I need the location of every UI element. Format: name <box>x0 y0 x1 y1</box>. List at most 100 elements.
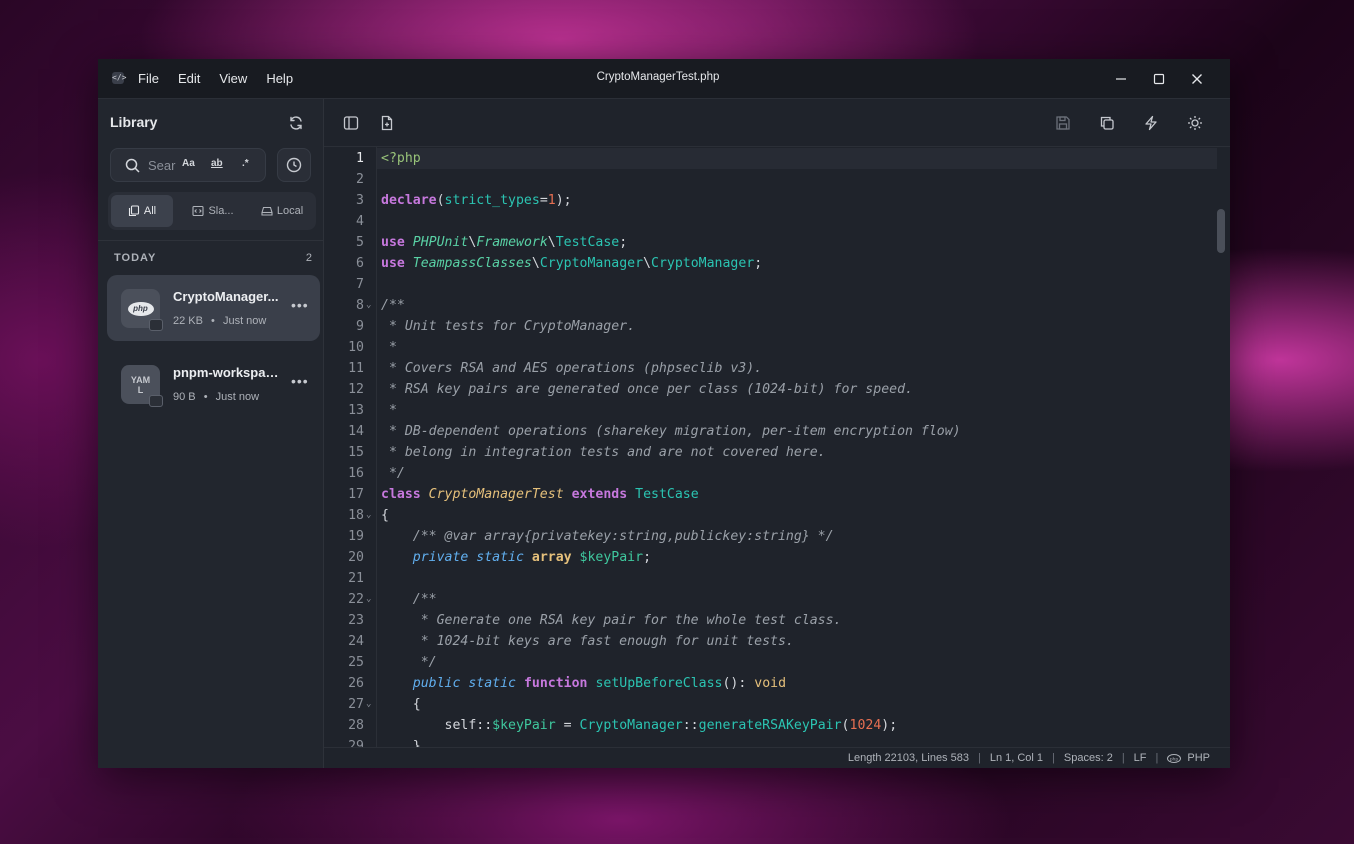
filter-snippets-label: Sla... <box>208 205 234 217</box>
search-box[interactable]: Search Aa ab .* <box>110 148 266 182</box>
code-line: public static function setUpBeforeClass(… <box>412 676 787 691</box>
code-line: * DB-dependent operations (sharekey migr… <box>381 424 961 439</box>
line-number: 17 <box>348 487 364 502</box>
local-badge-icon <box>149 319 163 331</box>
maximize-icon <box>1153 73 1165 85</box>
fold-chevron-icon[interactable]: ⌄ <box>366 694 376 715</box>
line-number: 13 <box>348 403 364 418</box>
code-line: use PHPUnit\Framework\TestCase; <box>381 235 628 250</box>
php-language-icon: php <box>1167 753 1182 763</box>
status-language[interactable]: PHP <box>1187 752 1210 764</box>
line-number: 27 <box>348 697 364 712</box>
code-line: { <box>381 508 389 523</box>
save-button[interactable] <box>1053 113 1073 133</box>
file-size: 90 B <box>173 391 196 403</box>
theme-toggle-button[interactable] <box>1185 113 1205 133</box>
line-number: 20 <box>348 550 364 565</box>
minimize-icon <box>1116 78 1126 80</box>
php-logo: php <box>127 301 154 316</box>
vertical-scrollbar[interactable] <box>1217 209 1225 253</box>
more-options-button[interactable]: ••• <box>291 297 309 313</box>
line-number: 21 <box>348 571 364 586</box>
line-number: 24 <box>348 634 364 649</box>
line-number: 9 <box>356 319 364 334</box>
copy-button[interactable] <box>1097 113 1117 133</box>
sidebar-icon <box>343 116 359 130</box>
code-line: /** <box>381 298 405 313</box>
code-line: /** <box>381 592 437 607</box>
file-size: 22 KB <box>173 315 203 327</box>
drive-icon <box>261 206 273 216</box>
code-line: { <box>381 697 421 712</box>
line-number: 16 <box>348 466 364 481</box>
line-number: 22 <box>348 592 364 607</box>
sidebar-divider <box>98 240 323 241</box>
code-editor[interactable]: 1 2 3 4 5 6 7 8 ⌄ 9 10 11 12 13 14 15 16 17 18 ⌄ 19 20 21 22 ⌄ 23… <box>324 147 1230 747</box>
close-button[interactable] <box>1178 67 1216 91</box>
minimize-button[interactable] <box>1102 67 1140 91</box>
editor-toolbar <box>324 99 1230 147</box>
code-line: <?php <box>381 151 421 166</box>
lightning-icon <box>1145 115 1157 131</box>
copy-icon <box>1100 116 1114 130</box>
maximize-button[interactable] <box>1140 67 1178 91</box>
whole-word-toggle[interactable]: ab <box>211 158 223 169</box>
status-bar: Length 22103, Lines 583 | Ln 1, Col 1 | … <box>324 747 1230 768</box>
regex-toggle[interactable]: .* <box>242 158 249 169</box>
fold-chevron-icon[interactable]: ⌄ <box>366 589 376 610</box>
filter-all-label: All <box>143 205 157 217</box>
code-line: * Covers RSA and AES operations (phpsecl… <box>381 361 763 376</box>
status-eol[interactable]: LF <box>1134 752 1147 764</box>
window-controls <box>1102 67 1216 91</box>
line-number: 7 <box>356 277 364 292</box>
editor-pane: 1 2 3 4 5 6 7 8 ⌄ 9 10 11 12 13 14 15 16 17 18 ⌄ 19 20 21 22 ⌄ 23… <box>324 99 1230 768</box>
file-time: Just now <box>215 391 260 403</box>
line-number: 5 <box>356 235 364 250</box>
filter-snippets[interactable]: Sla... <box>180 195 246 227</box>
search-input[interactable]: Search <box>148 158 176 173</box>
code-line: self::$keyPair = CryptoManager::generate… <box>381 718 898 733</box>
line-number: 29 <box>348 739 364 747</box>
more-options-button[interactable]: ••• <box>291 373 309 389</box>
fold-chevron-icon[interactable]: ⌄ <box>366 295 376 316</box>
active-line-highlight <box>377 148 1217 169</box>
quick-action-button[interactable] <box>1141 113 1161 133</box>
code-line: * 1024-bit keys are fast enough for unit… <box>381 634 794 649</box>
window-title: CryptoManagerTest.php <box>596 71 720 83</box>
source-filter: All Sla... Local <box>108 192 316 230</box>
file-time: Just now <box>222 315 267 327</box>
status-cursor[interactable]: Ln 1, Col 1 <box>990 752 1043 764</box>
history-button[interactable] <box>277 148 311 182</box>
new-file-icon <box>381 115 393 131</box>
line-number: 28 <box>348 718 364 733</box>
line-number: 3 <box>356 193 364 208</box>
code-line: * RSA key pairs are generated once per c… <box>381 382 913 397</box>
line-number: 10 <box>348 340 364 355</box>
code-line: /** @var array{privatekey:string,publick… <box>381 529 834 544</box>
title-bar: </> File Edit View Help CryptoManagerTes… <box>98 59 1230 99</box>
code-line: class CryptoManagerTest extends TestCase <box>381 487 699 502</box>
file-item-cryptomanager[interactable]: php CryptoManager... 22 KB • Just now ••… <box>107 275 320 341</box>
library-title: Library <box>110 114 158 130</box>
filter-local-label: Local <box>276 205 304 217</box>
toggle-sidebar-button[interactable] <box>341 113 361 133</box>
php-file-icon: php <box>121 289 163 331</box>
match-case-toggle[interactable]: Aa <box>182 158 195 169</box>
line-number: 14 <box>348 424 364 439</box>
status-indent[interactable]: Spaces: 2 <box>1064 752 1113 764</box>
filter-local[interactable]: Local <box>250 195 314 227</box>
refresh-button[interactable] <box>286 113 306 133</box>
line-number: 2 <box>356 172 364 187</box>
file-item-pnpm-workspace[interactable]: YAML pnpm-workspac... 90 B • Just now ••… <box>107 351 320 417</box>
app-window: </> File Edit View Help CryptoManagerTes… <box>98 59 1230 768</box>
line-number: 26 <box>348 676 364 691</box>
line-number: 12 <box>348 382 364 397</box>
fold-chevron-icon[interactable]: ⌄ <box>366 505 376 526</box>
clock-icon <box>286 157 302 173</box>
search-icon <box>125 158 140 173</box>
filter-all[interactable]: All <box>111 195 173 227</box>
code-line: } <box>381 739 421 747</box>
close-icon <box>1192 74 1202 84</box>
new-file-button[interactable] <box>377 113 397 133</box>
svg-text:php: php <box>1170 756 1179 762</box>
